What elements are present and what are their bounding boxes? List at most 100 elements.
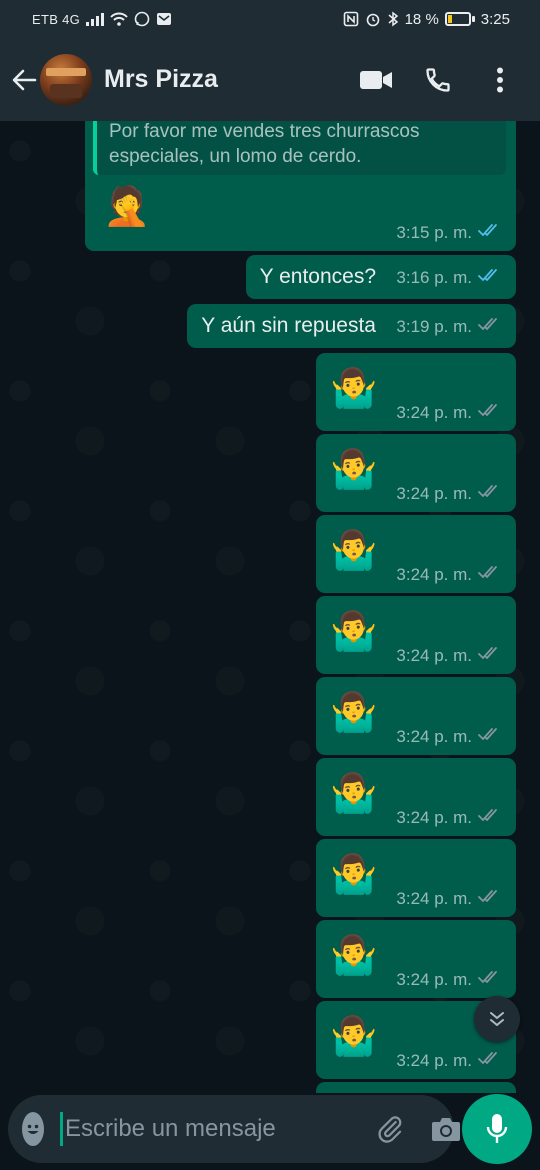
composer xyxy=(0,1093,540,1170)
facepalm-emoji: 🤦 xyxy=(103,186,151,228)
back-arrow-icon xyxy=(12,69,37,90)
voice-record-button[interactable] xyxy=(462,1094,532,1164)
phone-icon xyxy=(426,67,450,92)
shrug-emoji: 🤷‍♂️ xyxy=(330,854,378,896)
bluetooth-icon xyxy=(387,11,399,27)
mail-icon xyxy=(156,12,172,26)
delivered-ticks-icon xyxy=(478,807,504,828)
shrug-emoji: 🤷‍♂️ xyxy=(330,449,378,491)
message-meta: 3:24 p. m. xyxy=(396,726,504,747)
message-time: 3:24 p. m. xyxy=(396,888,472,908)
alarm-icon xyxy=(365,11,381,27)
emoji-icon xyxy=(27,1124,39,1134)
shrug-emoji: 🤷‍♂️ xyxy=(330,368,378,410)
message-meta: 3:15 p. m. xyxy=(396,222,504,243)
message-meta: 3:24 p. m. xyxy=(396,402,504,423)
message-input[interactable] xyxy=(60,1112,375,1146)
message-meta: 3:24 p. m. xyxy=(396,645,504,666)
message-bubble[interactable]: 🤷‍♂️ 3:24 p. m. xyxy=(316,677,516,755)
wifi-icon xyxy=(110,12,128,26)
battery-percent: 18 % xyxy=(404,10,439,28)
delivered-ticks-icon xyxy=(478,402,504,423)
camera-button[interactable] xyxy=(431,1111,461,1147)
message-text: Y entonces? xyxy=(259,265,376,288)
message-meta: 3:19 p. m. xyxy=(396,313,504,340)
message-meta: 3:24 p. m. xyxy=(396,483,504,504)
message-meta: 3:24 p. m. xyxy=(396,1050,504,1071)
delivered-ticks-icon xyxy=(478,726,504,747)
chat-header: Mrs Pizza xyxy=(0,38,540,121)
attach-button[interactable] xyxy=(375,1111,405,1147)
message-bubble[interactable]: 🤷‍♂️ 3:24 p. m. xyxy=(316,596,516,674)
shrug-emoji: 🤷‍♂️ xyxy=(330,692,378,734)
message-time: 3:24 p. m. xyxy=(396,1050,472,1070)
message-time: 3:16 p. m. xyxy=(396,268,472,287)
message-bubble[interactable]: Por favor me vendes tres churrascos espe… xyxy=(85,121,516,251)
message-bubble[interactable]: 🤷‍♂️ 3:24 p. m. xyxy=(316,920,516,998)
mic-icon xyxy=(486,1114,508,1143)
message-time: 3:24 p. m. xyxy=(396,726,472,746)
message-time: 3:19 p. m. xyxy=(396,317,472,336)
more-options-button[interactable] xyxy=(482,62,518,98)
message-bubble-partial[interactable] xyxy=(316,1082,516,1093)
message-bubble[interactable]: 🤷‍♂️ 3:24 p. m. xyxy=(316,353,516,431)
status-time: 3:25 xyxy=(480,10,510,28)
video-call-button[interactable] xyxy=(358,62,394,98)
message-time: 3:24 p. m. xyxy=(396,564,472,584)
message-time: 3:24 p. m. xyxy=(396,483,472,503)
status-bar-right: 18 % 3:25 xyxy=(343,11,510,28)
delivered-ticks-icon xyxy=(478,645,504,666)
shrug-emoji: 🤷‍♂️ xyxy=(330,611,378,653)
message-bubble[interactable]: 🤷‍♂️ 3:24 p. m. xyxy=(316,839,516,917)
nfc-icon xyxy=(343,11,359,27)
delivered-ticks-icon xyxy=(478,969,504,990)
message-time: 3:24 p. m. xyxy=(396,969,472,989)
scroll-to-bottom-button[interactable] xyxy=(474,996,520,1042)
signal-icon xyxy=(86,12,105,26)
message-time: 3:24 p. m. xyxy=(396,807,472,827)
double-chevron-down-icon xyxy=(490,1012,504,1026)
read-ticks-icon xyxy=(478,264,504,291)
read-ticks-icon xyxy=(478,222,504,243)
message-meta: 3:24 p. m. xyxy=(396,969,504,990)
message-meta: 3:24 p. m. xyxy=(396,888,504,909)
delivered-ticks-icon xyxy=(478,1050,504,1071)
voice-call-button[interactable] xyxy=(420,62,456,98)
attach-icon xyxy=(378,1116,402,1143)
status-bar-left: ETB 4G xyxy=(32,11,172,27)
delivered-ticks-icon xyxy=(478,888,504,909)
message-meta: 3:24 p. m. xyxy=(396,564,504,585)
status-bar: ETB 4G 18 % 3:25 xyxy=(0,0,540,38)
message-bubble[interactable]: 🤷‍♂️ 3:24 p. m. xyxy=(316,758,516,836)
message-input-container xyxy=(8,1095,460,1163)
delivered-ticks-icon xyxy=(478,313,504,340)
battery-icon xyxy=(444,12,475,26)
carrier-label: ETB 4G xyxy=(32,11,81,27)
message-bubble[interactable]: Y aún sin repuesta 3:19 p. m. xyxy=(187,304,516,348)
message-time: 3:24 p. m. xyxy=(396,402,472,422)
message-time: 3:24 p. m. xyxy=(396,645,472,665)
message-bubble[interactable]: 🤷‍♂️ 3:24 p. m. xyxy=(316,515,516,593)
message-time: 3:15 p. m. xyxy=(396,222,472,242)
chat-area[interactable]: Por favor me vendes tres churrascos espe… xyxy=(0,121,540,1093)
message-meta: 3:16 p. m. xyxy=(396,264,504,291)
shrug-emoji: 🤷‍♂️ xyxy=(330,773,378,815)
shrug-emoji: 🤷‍♂️ xyxy=(330,935,378,977)
whatsapp-notification-icon xyxy=(134,11,150,27)
message-meta: 3:24 p. m. xyxy=(396,807,504,828)
emoji-button[interactable] xyxy=(22,1112,44,1146)
contact-name[interactable]: Mrs Pizza xyxy=(104,65,358,94)
header-actions xyxy=(358,62,518,98)
contact-avatar[interactable] xyxy=(40,53,92,106)
delivered-ticks-icon xyxy=(478,564,504,585)
video-call-icon xyxy=(360,70,392,89)
message-text: Y aún sin repuesta xyxy=(201,314,376,337)
shrug-emoji: 🤷‍♂️ xyxy=(330,1016,378,1058)
message-bubble[interactable]: 🤷‍♂️ 3:24 p. m. xyxy=(316,434,516,512)
camera-icon xyxy=(432,1118,460,1141)
more-vertical-icon xyxy=(497,67,503,92)
delivered-ticks-icon xyxy=(478,483,504,504)
shrug-emoji: 🤷‍♂️ xyxy=(330,530,378,572)
message-bubble[interactable]: Y entonces? 3:16 p. m. xyxy=(245,255,516,299)
quoted-message[interactable]: Por favor me vendes tres churrascos espe… xyxy=(93,121,506,175)
